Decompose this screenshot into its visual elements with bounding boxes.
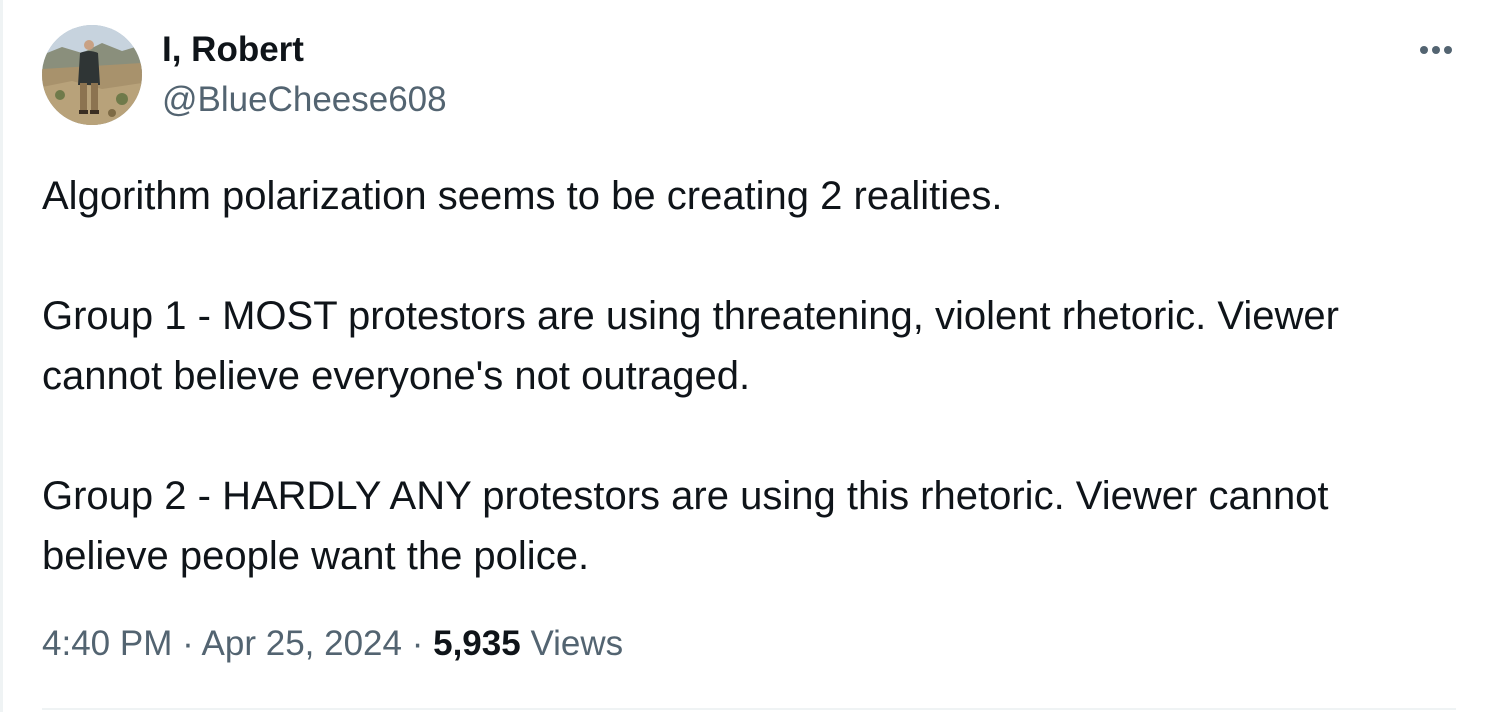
meta-separator: · xyxy=(411,624,424,663)
divider xyxy=(42,708,1456,710)
meta-separator: · xyxy=(182,624,194,663)
profile-photo-icon xyxy=(42,25,142,125)
tweet-date[interactable]: Apr 25, 2024 xyxy=(202,624,402,663)
tweet-line: Group 1 - MOST protestors are using thre… xyxy=(42,294,1339,338)
tweet-metadata: 4:40 PM · Apr 25, 2024 · 5,935 Views xyxy=(42,622,623,666)
left-border xyxy=(0,0,3,712)
avatar[interactable] xyxy=(42,25,142,125)
tweet-line: cannot believe everyone's not outraged. xyxy=(42,354,751,398)
views-count: 5,935 xyxy=(433,624,521,663)
more-options-button[interactable] xyxy=(1404,28,1468,72)
views-label: Views xyxy=(530,624,624,663)
tweet-time[interactable]: 4:40 PM xyxy=(42,624,172,663)
author-handle[interactable]: @BlueCheese608 xyxy=(162,80,447,120)
tweet-line: Algorithm polarization seems to be creat… xyxy=(42,174,1003,218)
tweet-text: Algorithm polarization seems to be creat… xyxy=(42,166,1472,586)
more-horizontal-icon xyxy=(1420,46,1452,54)
tweet-line: believe people want the police. xyxy=(42,534,590,578)
tweet-line: Group 2 - HARDLY ANY protestors are usin… xyxy=(42,474,1329,518)
author-display-name[interactable]: I, Robert xyxy=(162,30,304,70)
